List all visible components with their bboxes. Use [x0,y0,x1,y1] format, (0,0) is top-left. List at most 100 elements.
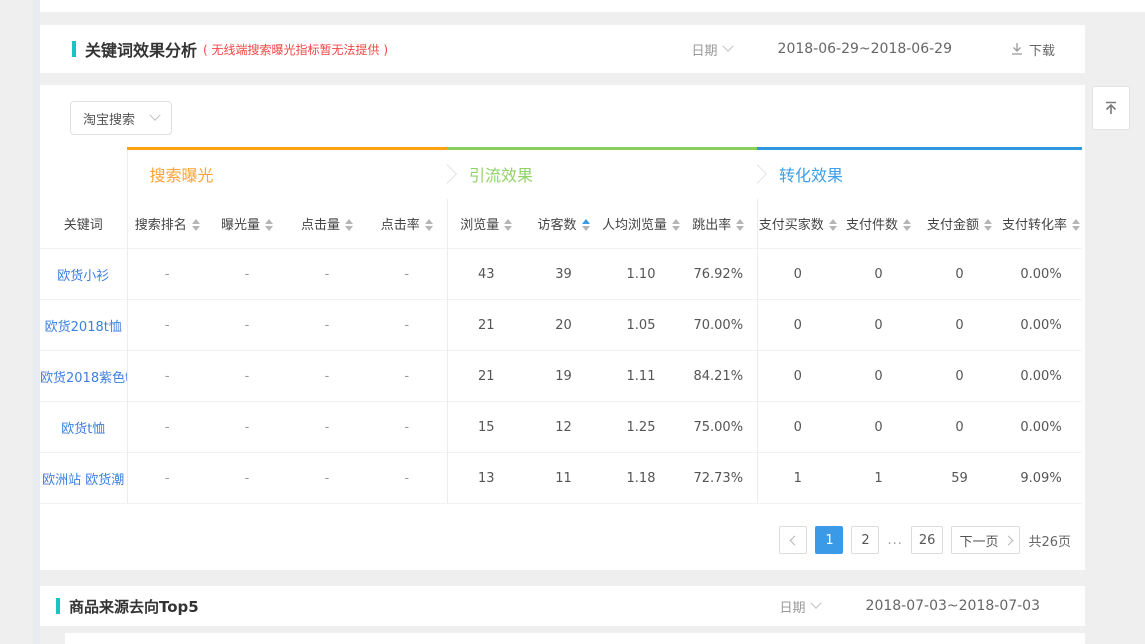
sort-icon[interactable] [984,219,992,231]
col-header-ctr[interactable]: 点击率 [367,199,447,249]
cell: 0 [838,351,919,402]
col-label: 支付金额 [927,218,979,233]
table-row: 欧货小衫 - - - - 43 39 1.10 76.92% 0 0 0 0.0… [40,249,1082,300]
cell: 0.00% [1000,402,1082,453]
cell: - [287,249,367,300]
cell: 11 [525,453,602,504]
cell: - [367,249,447,300]
cell: - [127,300,207,351]
page-button-2[interactable]: 2 [851,526,879,554]
sort-icon[interactable] [736,219,744,231]
keyword-link[interactable]: 欧货2018紫色t [40,351,127,402]
next-page-button[interactable]: 下一页 [951,526,1020,554]
sort-icon[interactable] [425,219,433,231]
section-title: 商品来源去向Top5 [69,596,199,617]
col-header-pageviews[interactable]: 浏览量 [447,199,525,249]
sort-icon[interactable] [345,219,353,231]
col-header-pay-buyers[interactable]: 支付买家数 [757,199,838,249]
date-dropdown[interactable]: 日期 [692,40,732,59]
group-label: 引流效果 [469,166,533,185]
col-header-visitors[interactable]: 访客数 [525,199,602,249]
keyword-link[interactable]: 欧洲站 欧货潮 [40,453,127,504]
next-card-top-strip [65,633,1085,644]
back-to-top-button[interactable] [1092,86,1130,130]
channel-select-value: 淘宝搜索 [83,109,135,128]
col-label: 浏览量 [460,218,499,233]
cell: - [127,351,207,402]
group-divider-chevron-icon [757,164,767,185]
cell: 1.05 [602,300,680,351]
cell: - [287,453,367,504]
cell: 1 [838,453,919,504]
col-header-pay-amount[interactable]: 支付金额 [919,199,1000,249]
sort-icon[interactable] [504,219,512,231]
download-label: 下载 [1029,40,1055,59]
col-label: 点击率 [381,218,420,233]
date-dropdown-label: 日期 [692,40,718,59]
cell: 0 [919,402,1000,453]
col-header-exposure[interactable]: 曝光量 [207,199,287,249]
cell: 1.11 [602,351,680,402]
cell: - [287,300,367,351]
pagination: 1 2 ... 26 下一页 共26页 [40,526,1071,554]
sort-icon[interactable] [192,219,200,231]
chevron-left-icon [790,535,800,545]
chevron-down-icon [149,110,160,121]
keyword-link[interactable]: 欧货小衫 [40,249,127,300]
sort-icon[interactable] [1072,219,1080,231]
cell: - [127,249,207,300]
download-button[interactable]: 下载 [1010,40,1055,59]
cell: - [367,453,447,504]
col-label: 支付转化率 [1002,218,1067,233]
col-header-bounce-rate[interactable]: 跳出率 [680,199,757,249]
keyword-link[interactable]: 欧货2018t恤 [40,300,127,351]
sort-icon[interactable] [672,219,680,231]
col-label: 曝光量 [221,218,260,233]
sort-icon[interactable] [903,219,911,231]
col-header-search-rank[interactable]: 搜索排名 [127,199,207,249]
cell: 13 [447,453,525,504]
col-label: 支付买家数 [759,218,824,233]
cell: 0.00% [1000,351,1082,402]
col-header-keyword: 关键词 [40,199,127,249]
sort-icon[interactable] [265,219,273,231]
cell: - [127,453,207,504]
col-header-clicks[interactable]: 点击量 [287,199,367,249]
date-dropdown[interactable]: 日期 [780,597,820,616]
chevron-down-icon [810,598,821,609]
keyword-link[interactable]: 欧货t恤 [40,402,127,453]
cell: 15 [447,402,525,453]
date-range-value: 2018-07-03~2018-07-03 [866,598,1040,614]
page-button-26[interactable]: 26 [911,526,944,554]
page-ellipsis: ... [887,533,902,548]
cell: - [367,300,447,351]
cell: - [367,351,447,402]
cell: 1.25 [602,402,680,453]
table-row: 欧货2018紫色t - - - - 21 19 1.11 84.21% 0 0 … [40,351,1082,402]
table-column-header-row: 关键词 搜索排名 曝光量 点击量 点击率 浏览量 访客数 人均浏览量 跳出率 支… [40,199,1082,249]
page-button-1[interactable]: 1 [815,526,843,554]
cell: 19 [525,351,602,402]
keyword-analysis-header: 关键词效果分析 ( 无线端搜索曝光指标暂无法提供 ) 日期 2018-06-29… [40,25,1085,73]
next-page-label: 下一页 [959,531,998,550]
cell: 1.10 [602,249,680,300]
cell: 1 [757,453,838,504]
sort-icon[interactable] [829,219,837,231]
col-header-pay-conversion[interactable]: 支付转化率 [1000,199,1082,249]
group-traffic-effect: 引流效果 [447,149,757,199]
channel-select[interactable]: 淘宝搜索 [70,101,172,135]
chevron-down-icon [722,41,733,52]
prev-page-button[interactable] [779,526,807,554]
cell: 76.92% [680,249,757,300]
sort-icon-active[interactable] [582,219,590,231]
col-header-avg-pageviews[interactable]: 人均浏览量 [602,199,680,249]
cell: 0.00% [1000,249,1082,300]
cell: 21 [447,300,525,351]
section-title: 关键词效果分析 [85,37,197,61]
cell: 0 [757,402,838,453]
back-to-top-icon [1102,99,1120,117]
col-header-pay-items[interactable]: 支付件数 [838,199,919,249]
col-label: 支付件数 [846,218,898,233]
cell: 0 [757,300,838,351]
keyword-table-card: 淘宝搜索 搜索曝光 引流效果 转化效果 关键词 搜索排名 曝光量 点击量 点击率… [40,85,1085,570]
